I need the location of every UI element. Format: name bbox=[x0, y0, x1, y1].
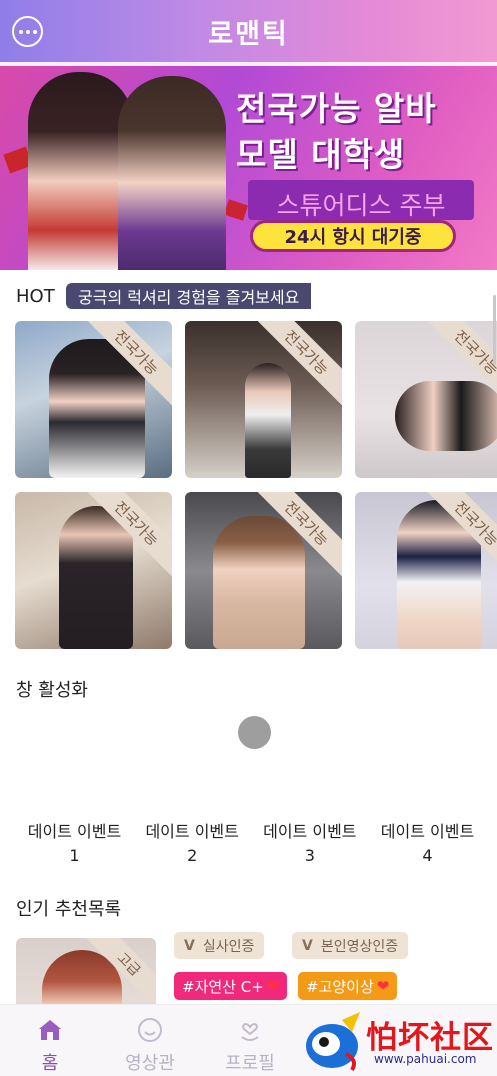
profile-card[interactable]: 전국가능 bbox=[15, 321, 172, 478]
event-item[interactable]: 데이트 이벤트 4 bbox=[369, 820, 486, 868]
profile-card[interactable]: 전국가능 bbox=[15, 492, 172, 649]
hot-tagline: 궁극의 럭셔리 경험을 즐겨보세요 bbox=[66, 283, 312, 309]
red-envelope-decoration bbox=[224, 199, 248, 221]
event-item[interactable]: 데이트 이벤트 3 bbox=[251, 820, 368, 868]
smile-icon bbox=[137, 1017, 163, 1043]
event-number: 4 bbox=[422, 846, 433, 865]
profile-photo bbox=[395, 381, 497, 451]
heart-hand-icon bbox=[237, 1017, 263, 1043]
banner-headline-2: 모델 대학생 bbox=[236, 135, 406, 174]
event-label: 데이트 이벤트 bbox=[263, 822, 357, 841]
profile-card[interactable]: 전국가능 bbox=[185, 321, 342, 478]
event-label: 데이트 이벤트 bbox=[380, 822, 475, 841]
event-number: 3 bbox=[304, 846, 315, 865]
nav-videos[interactable]: 영상관 bbox=[100, 1005, 200, 1076]
profile-card[interactable]: 전국가능 bbox=[185, 492, 342, 649]
nav-home[interactable]: 홈 bbox=[0, 1005, 100, 1076]
banner-top-edge bbox=[0, 62, 497, 66]
scrollbar[interactable] bbox=[493, 295, 496, 365]
watermark-text: 怕坏社区 bbox=[366, 1020, 494, 1056]
event-label: 데이트 이벤트 bbox=[145, 822, 239, 841]
hashtag-chip[interactable]: #자연산 C+ ❤ bbox=[174, 972, 288, 1000]
loading-spinner bbox=[238, 716, 271, 749]
badge-label: 본인영상인증 bbox=[320, 938, 399, 955]
chat-bubble-icon[interactable] bbox=[12, 16, 43, 47]
hashtag-label: #자연산 C+ bbox=[182, 977, 264, 996]
activation-section-title: 창 활성화 bbox=[16, 680, 88, 701]
banner-subtitle: 스튜어디스 주부 bbox=[276, 191, 446, 220]
event-label: 데이트 이벤트 bbox=[27, 822, 122, 841]
profile-photo bbox=[213, 516, 305, 649]
profile-photo bbox=[245, 363, 291, 478]
event-list: 데이트 이벤트 1 데이트 이벤트 2 데이트 이벤트 3 데이트 이벤트 4 bbox=[16, 820, 486, 868]
profile-card[interactable]: 전국가능 bbox=[355, 321, 497, 478]
event-number: 2 bbox=[187, 846, 198, 865]
hashtag-chip[interactable]: #고양이상 ❤ bbox=[298, 972, 398, 1000]
app-title: 로맨틱 bbox=[208, 18, 289, 50]
banner-model-photo bbox=[118, 76, 226, 270]
v-mark-icon: V bbox=[302, 937, 313, 954]
heart-icon: ❤ bbox=[266, 977, 280, 995]
v-mark-icon: V bbox=[184, 937, 195, 954]
badge-label: 실사인증 bbox=[202, 938, 255, 955]
promo-banner[interactable]: 전국가능 알바 모델 대학생 스튜어디스 주부 24시 항시 대기중 bbox=[0, 62, 497, 270]
nav-label: 영상관 bbox=[125, 1053, 175, 1074]
site-watermark: 怕坏社区 www.pahuai.com bbox=[300, 1006, 495, 1076]
event-item[interactable]: 데이트 이벤트 2 bbox=[134, 820, 251, 868]
event-number: 1 bbox=[69, 846, 80, 865]
heart-icon: ❤ bbox=[376, 977, 390, 995]
nav-profile[interactable]: 프로필 bbox=[200, 1005, 300, 1076]
home-icon bbox=[37, 1017, 63, 1043]
top-header: 로맨틱 bbox=[0, 0, 497, 62]
hashtag-label: #고양이상 bbox=[306, 977, 374, 996]
verified-badge: V 실사인증 bbox=[174, 932, 265, 959]
profile-photo bbox=[59, 506, 133, 649]
banner-headline-1: 전국가능 알바 bbox=[236, 89, 437, 128]
app-screen: 로맨틱 전국가능 알바 모델 대학생 스튜어디스 주부 24시 항시 대기중 H… bbox=[0, 0, 497, 1076]
nav-label: 프로필 bbox=[225, 1053, 275, 1074]
watermark-url: www.pahuai.com bbox=[374, 1052, 477, 1066]
video-verified-badge: V 본인영상인증 bbox=[292, 932, 409, 959]
hot-section-label: HOT bbox=[16, 286, 55, 307]
event-item[interactable]: 데이트 이벤트 1 bbox=[16, 820, 133, 868]
watermark-logo-icon bbox=[306, 1012, 360, 1072]
profile-card[interactable]: 전국가능 bbox=[355, 492, 497, 649]
recommend-section-title: 인기 추천목록 bbox=[16, 899, 122, 920]
nav-label: 홈 bbox=[41, 1053, 59, 1074]
banner-availability-pill: 24시 항시 대기중 bbox=[250, 220, 456, 252]
